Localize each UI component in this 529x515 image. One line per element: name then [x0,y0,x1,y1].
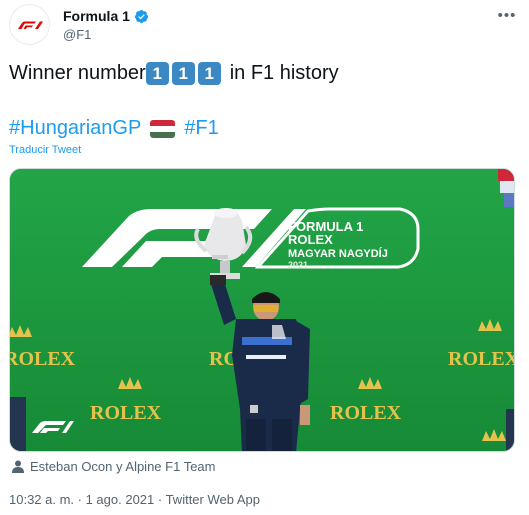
more-options-icon[interactable]: ••• [494,4,520,26]
banner-line-3: MAGYAR NAGYDÍJ [288,247,388,260]
tagged-people-label: Esteban Ocon y Alpine F1 Team [30,459,216,474]
hashtag-f1-link[interactable]: #F1 [184,117,218,140]
keycap-one-icon: 1 [145,62,169,85]
banner-line-2: ROLEX [288,232,333,247]
hashtag-hungariangp-link[interactable]: #HungarianGP [9,117,141,140]
translate-tweet-link[interactable]: Traducir Tweet [9,144,81,156]
banner-line-4: 2021 [288,260,308,270]
tweet-card: Formula 1 @F1 ••• Winner number 1 1 1 in… [0,0,529,515]
verified-badge-icon [134,9,148,23]
rolex-text-right: ROLEX [448,348,515,370]
keycap-one-icon: 1 [197,62,221,85]
tagged-people[interactable]: Esteban Ocon y Alpine F1 Team [12,459,215,474]
rolex-text-left: ROLEX [10,348,76,370]
rolex-text-bottom-left: ROLEX [90,402,162,424]
keycap-one-icon: 1 [171,62,195,85]
author-avatar[interactable] [9,4,50,45]
podium-photo: FORMULA 1 ROLEX MAGYAR NAGYDÍJ 2021 ROLE… [10,169,515,451]
tweet-hashtags: #HungarianGP #F1 [9,117,219,140]
tweet-text: Winner number 1 1 1 in F1 history [9,62,339,85]
tweet-timestamp[interactable]: 10:32 a. m. · 1 ago. 2021 · Twitter Web … [9,492,260,507]
tweet-text-before: Winner number [9,62,146,84]
person-icon [12,460,24,473]
author-handle[interactable]: @F1 [63,27,91,42]
tweet-text-after: in F1 history [229,62,339,84]
tweet-photo[interactable]: FORMULA 1 ROLEX MAGYAR NAGYDÍJ 2021 ROLE… [9,168,515,452]
f1-logo-icon [17,21,43,29]
author-name-row: Formula 1 [63,8,149,24]
rolex-text-bottom-right: ROLEX [330,402,402,424]
hungary-flag-icon [150,119,176,138]
author-display-name[interactable]: Formula 1 [63,8,130,24]
